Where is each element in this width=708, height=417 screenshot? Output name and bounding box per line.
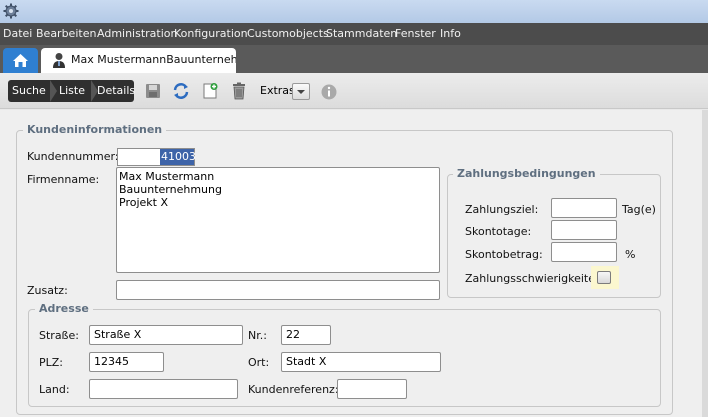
- menu-konfiguration[interactable]: Konfiguration: [174, 27, 248, 40]
- zahlungsziel-label: Zahlungsziel:: [465, 203, 539, 216]
- crumb-suche[interactable]: Suche: [12, 84, 46, 97]
- strasse-label: Straße:: [39, 329, 79, 342]
- refresh-icon[interactable]: [172, 82, 190, 100]
- skontobetrag-unit: %: [625, 248, 636, 261]
- strasse-input[interactable]: Straße X: [89, 325, 243, 345]
- tab-strip: Max MustermannBauunternehmung: [0, 45, 708, 73]
- menu-bearbeiten[interactable]: Bearbeiten: [36, 27, 96, 40]
- kundennummer-value: 41003: [160, 149, 196, 165]
- firmenname-line: Max Mustermann: [119, 170, 215, 183]
- zahlungsziel-input[interactable]: [551, 198, 617, 218]
- tab-label: Max MustermannBauunternehmung: [71, 53, 236, 66]
- menu-datei[interactable]: Datei: [3, 27, 32, 40]
- zahlungsziel-unit: Tag(e): [622, 203, 656, 216]
- kundenreferenz-input[interactable]: [337, 379, 407, 399]
- kundennummer-label: Kundennummer:: [27, 150, 119, 163]
- zahlungsschwierigkeiten-checkbox[interactable]: [597, 271, 611, 284]
- zusatz-input[interactable]: [116, 280, 440, 300]
- land-input[interactable]: [89, 379, 238, 399]
- legend-adresse: Adresse: [35, 302, 93, 315]
- skontobetrag-label: Skontobetrag:: [465, 248, 543, 261]
- firmenname-textarea[interactable]: Max Mustermann Bauunternehmung Projekt X: [116, 167, 440, 273]
- tab-home[interactable]: [3, 48, 38, 73]
- kundennummer-field[interactable]: 41003: [117, 148, 196, 166]
- info-icon[interactable]: [320, 83, 338, 101]
- skontobetrag-input[interactable]: [551, 242, 617, 262]
- skontotage-input[interactable]: [551, 220, 617, 240]
- zahlungsschwierigkeiten-highlight: [591, 266, 619, 289]
- crumb-liste[interactable]: Liste: [59, 84, 85, 97]
- firmenname-label: Firmenname:: [27, 173, 100, 186]
- plz-input[interactable]: 12345: [89, 352, 164, 372]
- tab-customer-details[interactable]: Max MustermannBauunternehmung: [41, 48, 236, 73]
- crumb-separator: [50, 80, 57, 102]
- scrollbar-track[interactable]: [702, 110, 708, 417]
- customer-details-panel: Kundeninformationen Kundennummer: 41003 …: [0, 110, 708, 417]
- menu-info[interactable]: Info: [440, 27, 461, 40]
- window-titlebar: [0, 0, 708, 23]
- menu-customobjects[interactable]: Customobjects: [247, 27, 329, 40]
- plz-label: PLZ:: [39, 356, 64, 369]
- legend-zahlungsbedingungen: Zahlungsbedingungen: [453, 167, 600, 180]
- skontotage-label: Skontotage:: [465, 225, 532, 238]
- extras-dropdown-button[interactable]: [292, 83, 310, 100]
- legend-kundeninformationen: Kundeninformationen: [23, 123, 167, 136]
- nr-input[interactable]: 22: [281, 325, 331, 345]
- breadcrumb: Suche Liste Details: [8, 80, 135, 102]
- menu-bar: Datei Bearbeiten Administration Konfigur…: [0, 23, 708, 45]
- ort-input[interactable]: Stadt X: [281, 352, 441, 372]
- menu-stammdaten[interactable]: Stammdaten: [326, 27, 397, 40]
- zusatz-label: Zusatz:: [27, 284, 68, 297]
- nr-label: Nr.:: [248, 329, 267, 342]
- menu-administration[interactable]: Administration: [97, 27, 178, 40]
- kundenreferenz-label: Kundenreferenz:: [248, 383, 339, 396]
- land-label: Land:: [39, 383, 70, 396]
- extras-label[interactable]: Extras: [260, 84, 295, 97]
- user-icon: [53, 53, 65, 68]
- save-icon[interactable]: [144, 82, 162, 100]
- zahlungsschwierigkeiten-label: Zahlungsschwierigkeiten:: [465, 272, 606, 285]
- ort-label: Ort:: [248, 356, 270, 369]
- chevron-down-icon: [297, 90, 305, 94]
- crumb-details[interactable]: Details: [97, 84, 135, 97]
- toolbar: Suche Liste Details Extras: [0, 73, 708, 109]
- new-document-icon[interactable]: [201, 82, 219, 100]
- home-icon: [13, 54, 28, 67]
- firmenname-line: Projekt X: [119, 196, 168, 209]
- firmenname-line: Bauunternehmung: [119, 183, 222, 196]
- menu-fenster[interactable]: Fenster: [395, 27, 436, 40]
- delete-icon[interactable]: [230, 82, 248, 100]
- gear-app-icon[interactable]: [3, 3, 19, 19]
